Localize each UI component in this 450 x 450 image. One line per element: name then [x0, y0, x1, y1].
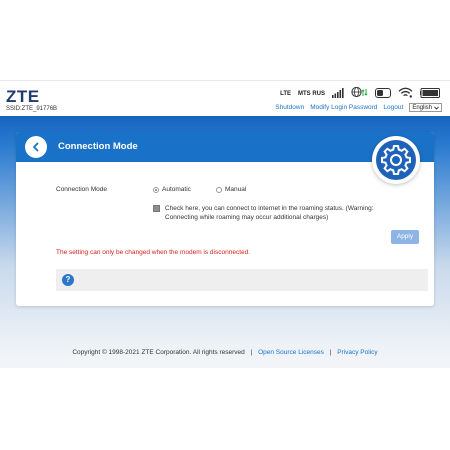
ssid-label: SSID:ZTE_91776B — [6, 106, 58, 112]
radio-button-manual[interactable] — [216, 186, 222, 193]
back-button[interactable] — [25, 136, 47, 158]
copyright-text: Copyright © 1998-2021 ZTE Corporation. A… — [72, 349, 245, 356]
shutdown-link[interactable]: Shutdown — [275, 104, 304, 111]
connection-mode-label: Connection Mode — [56, 186, 107, 193]
roaming-checkbox-label: Check here, you can connect to internet … — [165, 205, 374, 221]
network-type-label: LTE — [280, 91, 291, 97]
globe-data-icon — [351, 85, 368, 103]
back-arrow-icon — [33, 142, 39, 152]
footer: Copyright © 1998-2021 ZTE Corporation. A… — [0, 349, 450, 356]
settings-badge — [372, 136, 420, 184]
operator-label: MTS RUS — [298, 91, 325, 97]
radio-manual[interactable]: Manual — [216, 186, 246, 193]
signal-bars-icon — [332, 85, 344, 103]
apply-button[interactable]: Apply — [391, 230, 419, 244]
radio-automatic[interactable]: Automatic — [153, 186, 191, 193]
modify-password-link[interactable]: Modify Login Password — [310, 104, 377, 111]
radio-button-automatic[interactable] — [153, 186, 159, 193]
status-bar: LTE MTS RUS — [280, 85, 440, 103]
logout-link[interactable]: Logout — [383, 104, 403, 111]
open-source-link[interactable]: Open Source Licenses — [258, 349, 324, 356]
roaming-checkbox[interactable] — [153, 205, 160, 212]
gear-icon — [381, 145, 411, 175]
language-value: English — [412, 104, 432, 111]
privacy-policy-link[interactable]: Privacy Policy — [337, 349, 377, 356]
connection-mode-panel: Connection Mode Connection Mode Automati… — [16, 132, 434, 306]
language-select[interactable]: English — [409, 103, 442, 112]
sms-icon[interactable] — [375, 85, 391, 103]
page-title: Connection Mode — [58, 141, 138, 152]
zte-logo[interactable]: ZTE — [6, 87, 40, 107]
help-bar: ? — [56, 269, 428, 291]
radio-label-manual: Manual — [225, 186, 247, 193]
chevron-down-icon — [434, 106, 439, 110]
help-icon[interactable]: ? — [62, 274, 74, 286]
footer-separator: | — [329, 349, 332, 356]
footer-separator: | — [250, 349, 253, 356]
wifi-icon[interactable] — [398, 85, 413, 103]
disconnect-warning: The setting can only be changed when the… — [56, 249, 251, 256]
battery-icon — [420, 85, 440, 103]
radio-label-automatic: Automatic — [162, 186, 191, 193]
top-header: ZTE SSID:ZTE_91776B LTE MTS RUS Shutdown… — [0, 80, 450, 116]
header-links: Shutdown Modify Login Password Logout En… — [275, 103, 442, 112]
